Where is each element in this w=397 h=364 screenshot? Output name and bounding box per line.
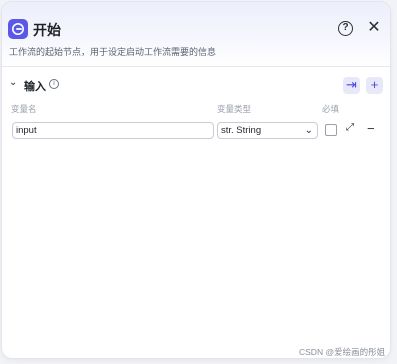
input-section-header: ⌄ 输入 i ⇥ + (2, 74, 390, 96)
add-variable-button[interactable]: + (366, 77, 383, 94)
remove-row-icon[interactable]: − (367, 121, 375, 136)
info-icon[interactable]: i (49, 79, 59, 89)
start-node-panel: 开始 ? ✕ 工作流的起始节点，用于设定启动工作流需要的信息 ⌄ 输入 i ⇥ … (2, 2, 390, 358)
help-icon[interactable]: ? (338, 21, 353, 36)
close-icon[interactable]: ✕ (366, 18, 382, 38)
node-description: 工作流的起始节点，用于设定启动工作流需要的信息 (9, 47, 217, 57)
chevron-down-icon[interactable]: ⌄ (9, 77, 17, 88)
column-label-type: 变量类型 (217, 104, 252, 114)
import-button[interactable]: ⇥ (343, 77, 360, 94)
input-section-title: 输入 (24, 81, 46, 93)
variable-type-select[interactable]: str. String ⌄ (217, 122, 318, 139)
chevron-down-icon: ⌄ (304, 125, 313, 136)
column-label-name: 变量名 (11, 104, 37, 114)
variable-name-input[interactable] (12, 122, 214, 139)
expand-icon[interactable]: ⤢ (346, 122, 354, 133)
start-node-icon (8, 19, 28, 39)
required-checkbox[interactable] (325, 124, 337, 136)
variable-type-value: str. String (221, 125, 262, 136)
node-title: 开始 (33, 22, 61, 38)
node-header: 开始 ? ✕ 工作流的起始节点，用于设定启动工作流需要的信息 (2, 2, 390, 67)
column-label-required: 必填 (322, 104, 340, 114)
watermark: CSDN @爱绘画的彤姐 (299, 347, 386, 357)
